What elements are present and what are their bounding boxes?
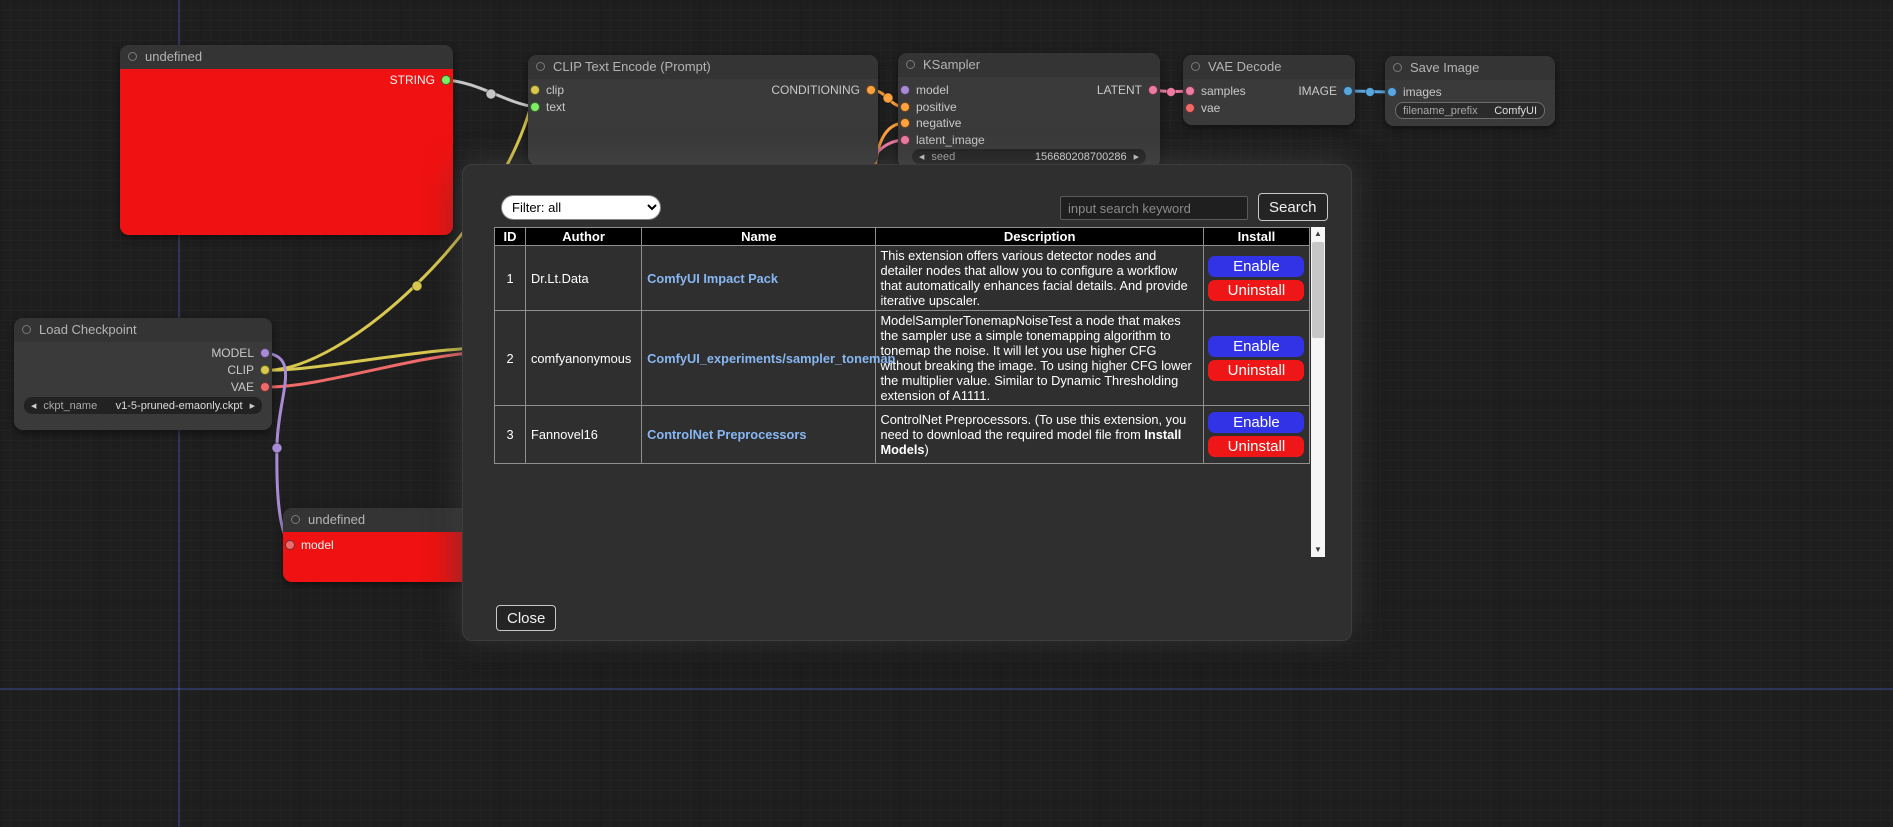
increment-arrow-icon[interactable]: ▶ xyxy=(1134,153,1139,161)
link-midpoint-dot xyxy=(883,93,893,103)
input-port-positive[interactable] xyxy=(900,102,910,112)
input-port-text[interactable] xyxy=(530,102,540,112)
link-midpoint-dot xyxy=(1167,88,1176,97)
output-port-conditioning[interactable] xyxy=(866,85,876,95)
header-name: Name xyxy=(642,228,876,246)
input-port-vae[interactable] xyxy=(1185,103,1195,113)
cell-install: Enable Uninstall xyxy=(1203,311,1309,406)
enable-button[interactable]: Enable xyxy=(1208,336,1304,357)
uninstall-button[interactable]: Uninstall xyxy=(1208,436,1304,457)
input-port-model[interactable] xyxy=(900,85,910,95)
table-header-row: ID Author Name Description Install xyxy=(495,228,1310,246)
header-description: Description xyxy=(876,228,1203,246)
filter-select[interactable]: Filter: all xyxy=(501,195,661,220)
cell-description: ModelSamplerTonemapNoiseTest a node that… xyxy=(876,311,1203,406)
input-port-latent-image[interactable] xyxy=(900,135,910,145)
node-title: undefined xyxy=(145,49,202,64)
cell-install: Enable Uninstall xyxy=(1203,246,1309,311)
table-row: 3 Fannovel16 ControlNet Preprocessors Co… xyxy=(495,406,1310,464)
node-title: VAE Decode xyxy=(1208,59,1281,74)
node-graph-canvas[interactable]: undefined STRING CLIP Text Encode (Promp… xyxy=(0,0,1893,827)
scroll-down-icon[interactable]: ▼ xyxy=(1311,543,1325,557)
collapse-dot-icon[interactable] xyxy=(128,52,137,61)
output-port-latent[interactable] xyxy=(1148,85,1158,95)
input-port-clip[interactable] xyxy=(530,85,540,95)
node-load-checkpoint[interactable]: Load Checkpoint MODEL CLIP VAE ◀ ckpt_na… xyxy=(14,318,272,430)
input-port-samples[interactable] xyxy=(1185,86,1195,96)
output-port-string[interactable] xyxy=(441,75,451,85)
close-button[interactable]: Close xyxy=(496,605,556,631)
scrollbar-thumb[interactable] xyxy=(1312,242,1324,338)
scroll-up-icon[interactable]: ▲ xyxy=(1311,227,1325,241)
extension-name-link[interactable]: ComfyUI Impact Pack xyxy=(647,271,778,286)
collapse-dot-icon[interactable] xyxy=(906,60,915,69)
next-arrow-icon[interactable]: ▶ xyxy=(250,402,255,410)
collapse-dot-icon[interactable] xyxy=(22,325,31,334)
node-clip-text-encode[interactable]: CLIP Text Encode (Prompt) clip text COND… xyxy=(528,55,878,165)
input-port-images[interactable] xyxy=(1387,87,1397,97)
cell-install: Enable Uninstall xyxy=(1203,406,1309,464)
input-port-model[interactable] xyxy=(285,540,295,550)
ckpt-name-widget[interactable]: ◀ ckpt_name v1-5-pruned-emaonly.ckpt ▶ xyxy=(24,397,262,414)
node-vae-decode[interactable]: VAE Decode samples vae IMAGE xyxy=(1183,55,1355,125)
link-midpoint-dot xyxy=(412,281,422,291)
node-title: undefined xyxy=(308,512,365,527)
table-row: 1 Dr.Lt.Data ComfyUI Impact Pack This ex… xyxy=(495,246,1310,311)
seed-widget[interactable]: ◀ seed 156680208700286 ▶ xyxy=(912,149,1146,164)
cell-id: 2 xyxy=(495,311,526,406)
header-install: Install xyxy=(1203,228,1309,246)
cell-id: 3 xyxy=(495,406,526,464)
node-title: Load Checkpoint xyxy=(39,322,137,337)
uninstall-button[interactable]: Uninstall xyxy=(1208,360,1304,381)
link-midpoint-dot xyxy=(1366,88,1375,97)
cell-author: Dr.Lt.Data xyxy=(526,246,642,311)
link-midpoint-dot xyxy=(272,443,282,453)
extensions-table-body: 1 Dr.Lt.Data ComfyUI Impact Pack This ex… xyxy=(495,246,1310,464)
output-port-image[interactable] xyxy=(1343,86,1353,96)
node-undefined-bottom[interactable]: undefined model xyxy=(283,508,478,582)
link-midpoint-dot xyxy=(486,89,496,99)
node-save-image[interactable]: Save Image images filename_prefix ComfyU… xyxy=(1385,56,1555,126)
enable-button[interactable]: Enable xyxy=(1208,256,1304,277)
cell-id: 1 xyxy=(495,246,526,311)
node-title: CLIP Text Encode (Prompt) xyxy=(553,59,711,74)
collapse-dot-icon[interactable] xyxy=(536,62,545,71)
decrement-arrow-icon[interactable]: ◀ xyxy=(919,153,924,161)
cell-description: This extension offers various detector n… xyxy=(876,246,1203,311)
cell-author: Fannovel16 xyxy=(526,406,642,464)
node-ksampler[interactable]: KSampler model positive negative latent_… xyxy=(898,53,1160,168)
collapse-dot-icon[interactable] xyxy=(291,515,300,524)
uninstall-button[interactable]: Uninstall xyxy=(1208,280,1304,301)
wire-clip-to-hidden-node xyxy=(265,348,480,370)
extension-name-link[interactable]: ComfyUI_experiments/sampler_tonemap xyxy=(647,351,895,366)
output-port-vae[interactable] xyxy=(260,382,270,392)
search-button[interactable]: Search xyxy=(1258,193,1328,221)
enable-button[interactable]: Enable xyxy=(1208,412,1304,433)
output-port-clip[interactable] xyxy=(260,365,270,375)
search-input[interactable] xyxy=(1060,196,1248,220)
cell-description: ControlNet Preprocessors. (To use this e… xyxy=(876,406,1203,464)
output-port-model[interactable] xyxy=(260,348,270,358)
input-port-negative[interactable] xyxy=(900,118,910,128)
previous-arrow-icon[interactable]: ◀ xyxy=(31,402,36,410)
node-title: KSampler xyxy=(923,57,980,72)
collapse-dot-icon[interactable] xyxy=(1393,63,1402,72)
custom-nodes-manager-dialog: Filter: all Search ID Author Name Descri… xyxy=(462,164,1352,641)
node-title: Save Image xyxy=(1410,60,1479,75)
filename-prefix-widget[interactable]: filename_prefix ComfyUI xyxy=(1395,102,1545,119)
header-id: ID xyxy=(495,228,526,246)
cell-author: comfyanonymous xyxy=(526,311,642,406)
table-scrollbar[interactable]: ▲ ▼ xyxy=(1311,227,1325,557)
collapse-dot-icon[interactable] xyxy=(1191,62,1200,71)
header-author: Author xyxy=(526,228,642,246)
extensions-table: ID Author Name Description Install 1 Dr.… xyxy=(494,227,1310,464)
extension-name-link[interactable]: ControlNet Preprocessors xyxy=(647,427,806,442)
node-undefined-top[interactable]: undefined STRING xyxy=(120,45,453,235)
table-row: 2 comfyanonymous ComfyUI_experiments/sam… xyxy=(495,311,1310,406)
